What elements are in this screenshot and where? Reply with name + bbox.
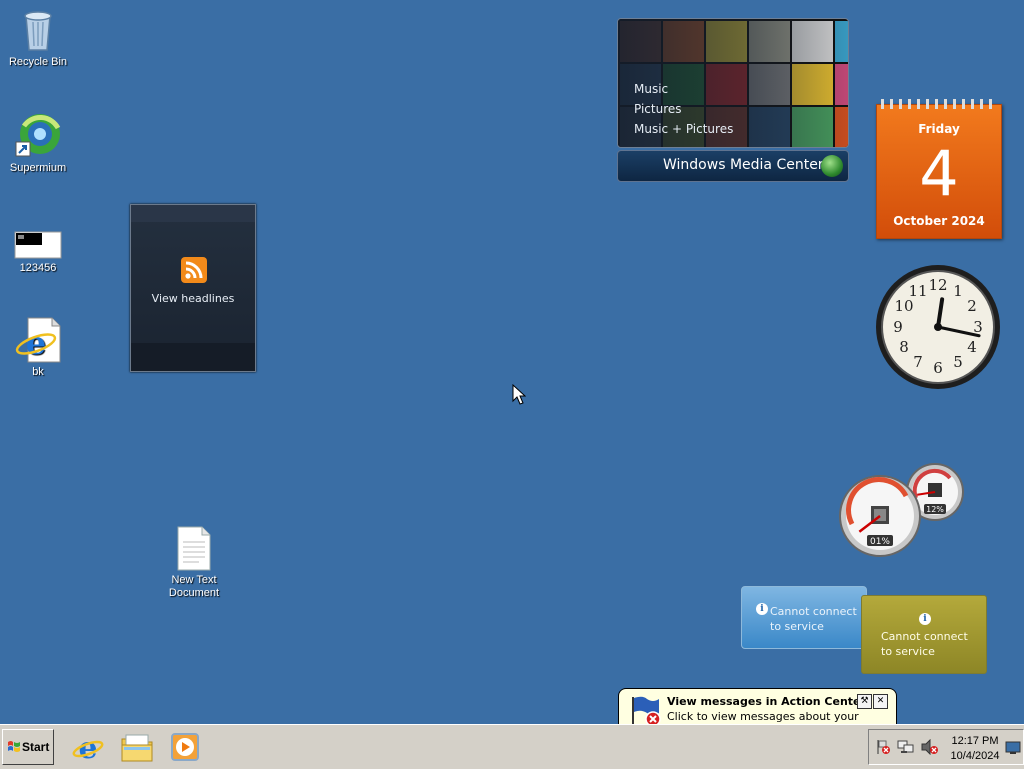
weather-error-text: Cannot connect to service (770, 605, 857, 633)
view-headlines-link[interactable]: View headlines (131, 292, 255, 305)
supermium-icon (14, 112, 62, 160)
clock-numeral-8: 8 (899, 338, 909, 356)
windows-explorer-icon[interactable] (120, 731, 153, 763)
cpu-meter-gadget[interactable]: 12% 01% (838, 462, 966, 558)
weather-gadget[interactable]: i Cannot connect to service (741, 586, 867, 649)
desktop-icon-123456[interactable]: 123456 (0, 218, 76, 275)
info-icon: i (756, 603, 768, 615)
clock-numeral-6: 6 (933, 359, 943, 377)
svg-text:e: e (26, 324, 46, 362)
clock-gadget[interactable]: 12 1 2 3 4 5 6 7 8 9 10 11 (874, 263, 1002, 391)
media-menu-item-music-pictures[interactable]: Music + Pictures (634, 119, 733, 139)
desktop-icon-recycle-bin[interactable]: Recycle Bin (0, 6, 76, 69)
taskbar: Start e 12:17 PM 10/4/2024 (0, 724, 1024, 769)
image-file-icon (14, 218, 62, 260)
clock-numeral-1: 1 (953, 282, 963, 300)
clock-numeral-4: 4 (967, 338, 977, 356)
media-menu-item-pictures[interactable]: Pictures (634, 99, 733, 119)
volume-muted-icon[interactable] (921, 738, 939, 759)
rss-icon[interactable] (181, 257, 207, 283)
media-center-launch-bar[interactable]: Windows Media Center (617, 150, 849, 182)
calendar-day-name: Friday (918, 122, 960, 136)
text-document-icon (170, 526, 218, 572)
taskbar-time: 12:17 PM (951, 735, 999, 747)
desktop-icon-label: 123456 (19, 262, 57, 274)
media-center-brand: Windows Media Center (663, 157, 824, 173)
cpu-percent-label: 01% (870, 537, 890, 547)
clock-numeral-12: 12 (928, 276, 947, 294)
clock-numeral-2: 2 (967, 297, 977, 315)
media-player-icon[interactable] (170, 731, 202, 763)
internet-shortcut-icon: e (14, 316, 62, 364)
memory-percent-label: 12% (926, 505, 944, 514)
balloon-options-button[interactable]: ⚒ (857, 694, 872, 709)
windows-orb-icon (821, 155, 843, 177)
balloon-title: View messages in Action Center (667, 695, 866, 708)
media-tiles: Music Pictures Music + Pictures (617, 18, 849, 148)
recycle-bin-icon (14, 6, 62, 54)
desktop-icon-label: bk (32, 366, 44, 378)
clock-numeral-11: 11 (908, 282, 927, 300)
currency-gadget[interactable]: i Cannot connect to service (861, 595, 987, 674)
balloon-close-button[interactable]: ✕ (873, 694, 888, 709)
media-menu-item-music[interactable]: Music (634, 79, 733, 99)
start-button[interactable]: Start (2, 729, 54, 765)
start-label: Start (22, 740, 50, 754)
desktop-icon-supermium[interactable]: Supermium (0, 112, 76, 175)
clock-numeral-9: 9 (893, 318, 903, 336)
calendar-gadget[interactable]: Friday 4 October 2024 (876, 99, 1002, 239)
memory-chip-icon (928, 483, 942, 497)
show-desktop-icon[interactable] (1005, 740, 1021, 759)
clock-numeral-7: 7 (913, 353, 923, 371)
mouse-cursor-icon (512, 383, 527, 410)
taskbar-clock[interactable]: 12:17 PM 10/4/2024 (947, 734, 1003, 764)
currency-error-text: Cannot connect to service (881, 630, 968, 658)
media-center-gadget[interactable]: Music Pictures Music + Pictures Windows … (617, 18, 849, 182)
action-center-tray-icon[interactable] (875, 739, 891, 759)
clock-face: 12 1 2 3 4 5 6 7 8 9 10 11 (876, 265, 1000, 389)
desktop-icon-label: Supermium (9, 162, 67, 174)
desktop-icon-bk[interactable]: e bk (0, 316, 76, 379)
windows-logo-icon (8, 741, 20, 752)
desktop-icon-new-text-document[interactable]: New Text Document (156, 526, 232, 600)
calendar-day-number: 4 (919, 137, 959, 210)
media-menu: Music Pictures Music + Pictures (634, 79, 733, 139)
feed-gadget-footer (131, 343, 255, 371)
clock-numeral-5: 5 (953, 353, 963, 371)
info-icon: i (919, 613, 931, 625)
internet-explorer-icon[interactable]: e (72, 731, 104, 766)
desktop-icon-label: New Text Document (168, 574, 220, 599)
cpu-meter-dials: 12% 01% (839, 463, 964, 557)
desktop-icon-label: Recycle Bin (8, 56, 68, 68)
feed-gadget-header (131, 205, 255, 222)
taskbar-date: 10/4/2024 (950, 750, 1000, 762)
feed-headlines-gadget[interactable]: View headlines (130, 204, 256, 372)
system-tray: 12:17 PM 10/4/2024 (868, 729, 1024, 765)
calendar-month-year: October 2024 (893, 214, 985, 228)
calendar-rings (881, 99, 997, 109)
network-icon[interactable] (897, 739, 915, 759)
